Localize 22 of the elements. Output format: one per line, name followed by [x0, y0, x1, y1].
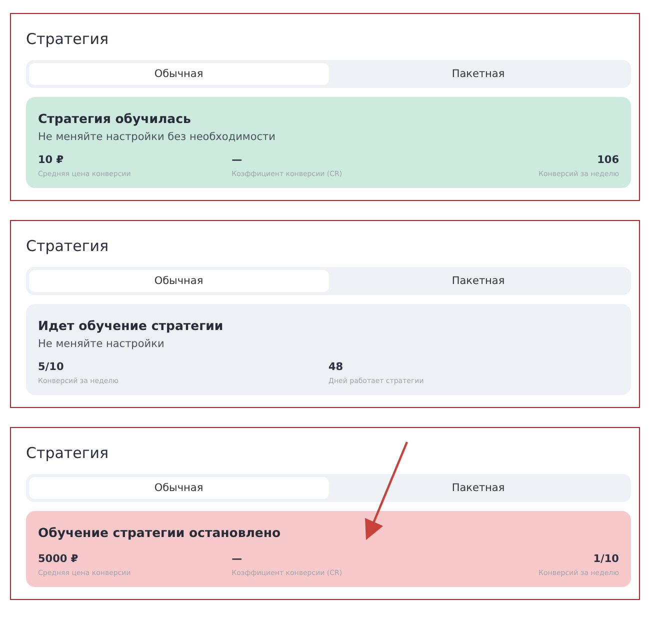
- mode-tab[interactable]: Пакетная: [328, 477, 628, 499]
- metric-value: —: [232, 553, 242, 565]
- section-title: Стратегия: [26, 444, 110, 462]
- metric-value: 5000 ₽: [38, 553, 78, 565]
- mode-tab[interactable]: Пакетная: [328, 63, 628, 85]
- status-title: Обучение стратегии остановлено: [38, 525, 282, 540]
- metric-value: —: [232, 154, 242, 166]
- metric-value: 10 ₽: [38, 154, 64, 166]
- mode-tab[interactable]: Обычная: [29, 63, 328, 85]
- section-title: Стратегия: [26, 237, 110, 255]
- status-subtitle: Не меняйте настройки: [38, 338, 166, 350]
- metric-value: 1/10: [593, 553, 619, 565]
- metric-value: 106: [597, 154, 619, 166]
- status-title: Стратегия обучилась: [38, 111, 192, 126]
- mode-tab[interactable]: Обычная: [29, 477, 328, 499]
- status-title: Идет обучение стратегии: [38, 318, 224, 333]
- mode-tab[interactable]: Пакетная: [328, 270, 628, 292]
- section-title: Стратегия: [26, 30, 110, 48]
- metric-value: 48: [328, 361, 344, 373]
- metric-value: 5/10: [38, 361, 64, 373]
- status-subtitle: Не меняйте настройки без необходимости: [38, 131, 276, 143]
- mode-tab[interactable]: Обычная: [29, 270, 328, 292]
